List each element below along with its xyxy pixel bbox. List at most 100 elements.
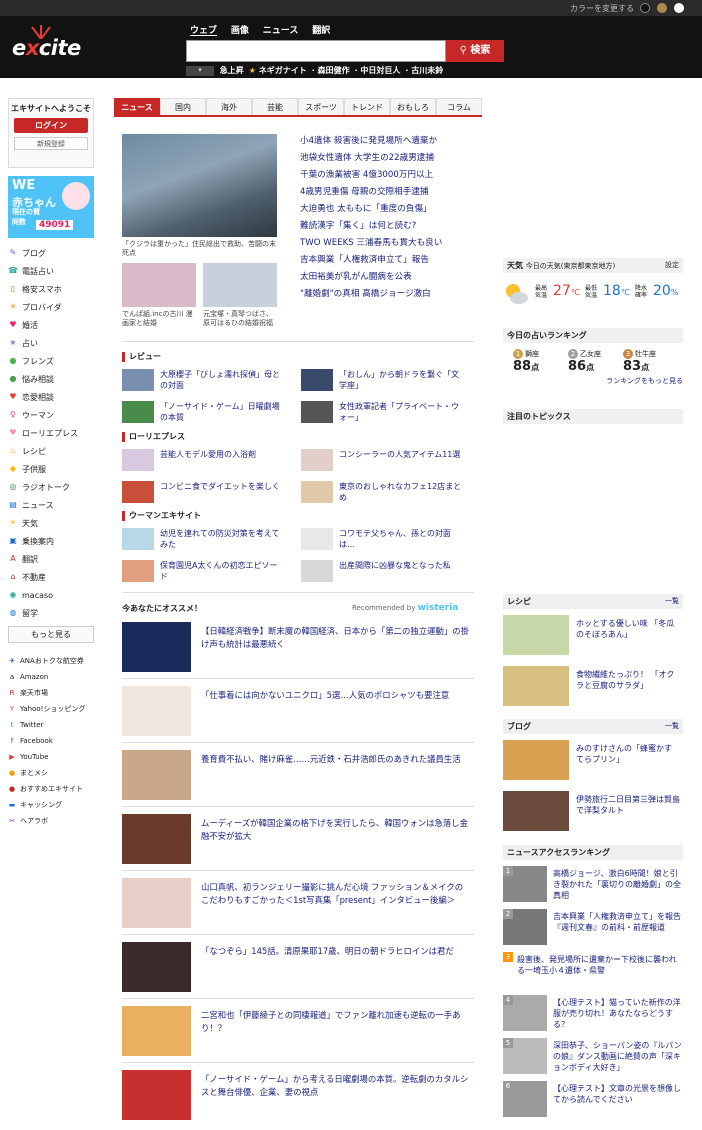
service-item[interactable]: A 翻訳 <box>8 550 94 568</box>
headline-link[interactable]: 小4遺体 殺害後に発見場所へ遺棄か <box>300 134 478 151</box>
trend-item[interactable]: 古川未鈴 <box>411 66 443 75</box>
fortune-item[interactable]: 3 牡牛座 83点 <box>623 349 673 374</box>
recommend-item[interactable]: ムーディーズが韓国企業の格下げを実行したら、韓国ウォンは急落し金融不安が拡大 <box>122 814 472 868</box>
trend-item[interactable]: ネギガナイト <box>259 66 307 75</box>
search-button[interactable]: ⚲ 検索 <box>446 40 504 62</box>
login-button[interactable]: ログイン <box>14 118 88 133</box>
laurier-item[interactable]: コンビニ食でダイエットを楽しく <box>122 481 292 505</box>
news-tab[interactable]: 国内 <box>160 98 206 115</box>
woman-item[interactable]: コワモテ父ちゃん、孫との対面は… <box>301 528 471 552</box>
recommend-item[interactable]: 養育費不払い、賭け麻雀……元近鉄・石井浩郎氏のあきれた議員生活 <box>122 750 472 804</box>
laurier-item[interactable]: 東京のおしゃれなカフェ12店まとめ <box>301 481 471 505</box>
news-tab[interactable]: スポーツ <box>298 98 344 115</box>
service-item[interactable]: ♥ ローリエプレス <box>8 424 94 442</box>
access-ranking-item[interactable]: 3 殺害後、発見場所に遺棄か＝下校後に襲われる一埼玉小４遺体・県警 <box>503 952 683 994</box>
access-ranking-item[interactable]: 2 吉本興業「人権救済申立て」を報告 『週刊文春』の前科・前歴報道 <box>503 909 683 951</box>
partner-link[interactable]: f Facebook <box>8 733 94 749</box>
tab-web[interactable]: ウェブ <box>190 26 217 36</box>
access-ranking-item[interactable]: 5 深田恭子、ショーパン姿の『ルパンの娘』ダンス動画に絶賛の声「深キョンボディ大好… <box>503 1038 683 1080</box>
partner-link[interactable]: ● おすすめエキサイト <box>8 781 94 797</box>
partner-link[interactable]: t Twitter <box>8 717 94 733</box>
recommend-item[interactable]: 【日韓経済戦争】断末魔の韓国経済、日本から「第二の独立運動」の掛け声も統計は最悪… <box>122 622 472 676</box>
headline-link[interactable]: 池袋女性遺体 大学生の22歳男逮捕 <box>300 151 478 168</box>
service-item[interactable]: ● 悩み相談 <box>8 370 94 388</box>
search-input[interactable] <box>186 40 446 62</box>
recommend-item[interactable]: 二宮和也「伊藤綾子との同棲報道」でファン離れ加速も逆転の一手あり！？ <box>122 1006 472 1060</box>
service-item[interactable]: ● フレンズ <box>8 352 94 370</box>
woman-item[interactable]: 出産間際に凶暴な鬼となった私 <box>301 560 471 584</box>
service-item[interactable]: ♥ 恋愛相談 <box>8 388 94 406</box>
partner-link[interactable]: Y Yahoo!ショッピング <box>8 701 94 717</box>
trend-toggle-icon[interactable]: ▾ <box>186 65 214 76</box>
laurier-item[interactable]: コンシーラーの人気アイテム11選 <box>301 449 471 473</box>
review-item[interactable]: 女性政軍記者「プライベート・ウォー」 <box>301 401 471 425</box>
fortune-item[interactable]: 2 乙女座 86点 <box>568 349 618 374</box>
service-item[interactable]: ◍ 留学 <box>8 604 94 622</box>
trend-item[interactable]: 急上昇 <box>220 66 244 75</box>
fortune-more-link[interactable]: ランキングをもっと見る <box>503 376 683 386</box>
tab-news[interactable]: ニュース <box>263 26 299 36</box>
news-thumb-2-caption[interactable]: 元宝塚・真琴つばさ、原可はるひの結婚祝福 <box>203 310 277 328</box>
woman-item[interactable]: 保育園児A太くんの初恋エピソード <box>122 560 292 584</box>
service-item[interactable]: ◆ 子供服 <box>8 460 94 478</box>
partner-link[interactable]: ▶ YouTube <box>8 749 94 765</box>
headline-link[interactable]: 太田裕美が乳がん闘病を公表 <box>300 270 478 287</box>
news-thumb-2[interactable] <box>203 263 277 307</box>
trend-item[interactable]: 中日対巨人 <box>360 66 400 75</box>
news-thumb-1[interactable] <box>122 263 196 307</box>
service-item[interactable]: ◎ ラジオトーク <box>8 478 94 496</box>
service-item[interactable]: ▯ 格安スマホ <box>8 280 94 298</box>
weather-settings-link[interactable]: 設定 <box>665 258 679 273</box>
recommend-item[interactable]: 「仕事着には向かないユニクロ」5選…人気のポロシャツも要注意 <box>122 686 472 740</box>
tab-images[interactable]: 画像 <box>231 26 249 36</box>
news-tab[interactable]: おもしろ <box>390 98 436 115</box>
main-news-image[interactable] <box>122 134 277 237</box>
blog-item[interactable]: みのすけさんの「蜂蜜かすてらプリン」 <box>503 740 683 782</box>
main-news-caption[interactable]: 「クジラは重かった」住民総出で救助、苦闘の末死点 <box>122 240 277 258</box>
blog-item[interactable]: 伊勢旅行二日目第三弾は賢島で洋梨タルト <box>503 791 683 833</box>
service-item[interactable]: ☎ 電話占い <box>8 262 94 280</box>
review-item[interactable]: 「ノーサイド・ゲーム」日曜劇場の本質 <box>122 401 292 425</box>
service-item[interactable]: ♀ ウーマン <box>8 406 94 424</box>
access-ranking-item[interactable]: 4 【心理テスト】猫っていた新作の洋服が売り切れ！あなたならどうする？ <box>503 995 683 1037</box>
recommend-item[interactable]: 山口真帆、初ランジェリー撮影に挑んだ心境 ファッション＆メイクのこだわりもすごか… <box>122 878 472 932</box>
more-button[interactable]: もっと見る <box>8 626 94 643</box>
laurier-item[interactable]: 芸能人モデル愛用の入浴剤 <box>122 449 292 473</box>
color-dot-dark[interactable] <box>640 3 650 13</box>
service-item[interactable]: ♨ レシピ <box>8 442 94 460</box>
review-item[interactable]: 「おしん」から朝ドラを繋ぐ「文学座」 <box>301 369 471 393</box>
partner-link[interactable]: ▬ キャッシング <box>8 797 94 813</box>
blog-more-link[interactable]: 一覧 <box>665 719 679 734</box>
recipe-item[interactable]: ホッとする優しい味 「冬瓜のそぼろあん」 <box>503 615 683 657</box>
news-tab[interactable]: トレンド <box>344 98 390 115</box>
news-tab[interactable]: 海外 <box>206 98 252 115</box>
recommend-item[interactable]: 「なつぞら」145話。清原果耶17歳、明日の朝ドラヒロインは君だ <box>122 942 472 996</box>
fortune-item[interactable]: 1 獅座 88点 <box>513 349 563 374</box>
headline-link[interactable]: 難読漢字「集く」は何と読む? <box>300 219 478 236</box>
service-item[interactable]: ◉ macaso <box>8 586 94 604</box>
news-thumb-1-caption[interactable]: でんぱ組.incの古川 漫画家と結婚 <box>122 310 196 328</box>
partner-link[interactable]: ✈ ANAおトクな航空券 <box>8 653 94 669</box>
news-tab[interactable]: コラム <box>436 98 482 115</box>
register-button[interactable]: 新規登録 <box>14 137 88 150</box>
headline-link[interactable]: 千葉の漁業被害 4億3000万円以上 <box>300 168 478 185</box>
access-ranking-item[interactable]: 1 高橋ジョージ、激白6時間！娘と引き裂かれた「裏切りの離婚劇」の全真相 <box>503 866 683 908</box>
access-ranking-item[interactable]: 6 【心理テスト】文章の光景を想像してから読んでください <box>503 1081 683 1123</box>
woman-item[interactable]: 幼児を連れての防災対策を考えてみた <box>122 528 292 552</box>
color-dot-white[interactable] <box>674 3 684 13</box>
service-item[interactable]: ⌂ 不動産 <box>8 568 94 586</box>
service-item[interactable]: ☀ 天気 <box>8 514 94 532</box>
recommend-item[interactable]: 「ノーサイド・ゲーム」から考える日曜劇場の本質。逆転劇のカタルシスと舞台俳優、企… <box>122 1070 472 1124</box>
recipe-more-link[interactable]: 一覧 <box>665 594 679 609</box>
news-tab[interactable]: ニュース <box>114 98 160 115</box>
partner-link[interactable]: ✂ ヘアラボ <box>8 813 94 829</box>
trend-item[interactable]: 森田健作 <box>318 66 350 75</box>
service-item[interactable]: ▤ ニュース <box>8 496 94 514</box>
service-item[interactable]: ♥ 婚活 <box>8 316 94 334</box>
partner-link[interactable]: a Amazon <box>8 669 94 685</box>
color-dot-brown[interactable] <box>657 3 667 13</box>
headline-link[interactable]: 4歳男児重傷 母親の交際相手逮捕 <box>300 185 478 202</box>
we-baby-banner[interactable]: WE 赤ちゃん 現在の賛同数 49091 <box>8 176 94 238</box>
recipe-item[interactable]: 食物繊維たっぷり！ 「オクラと豆腐のサラダ」 <box>503 666 683 708</box>
service-item[interactable]: ✎ ブログ <box>8 244 94 262</box>
